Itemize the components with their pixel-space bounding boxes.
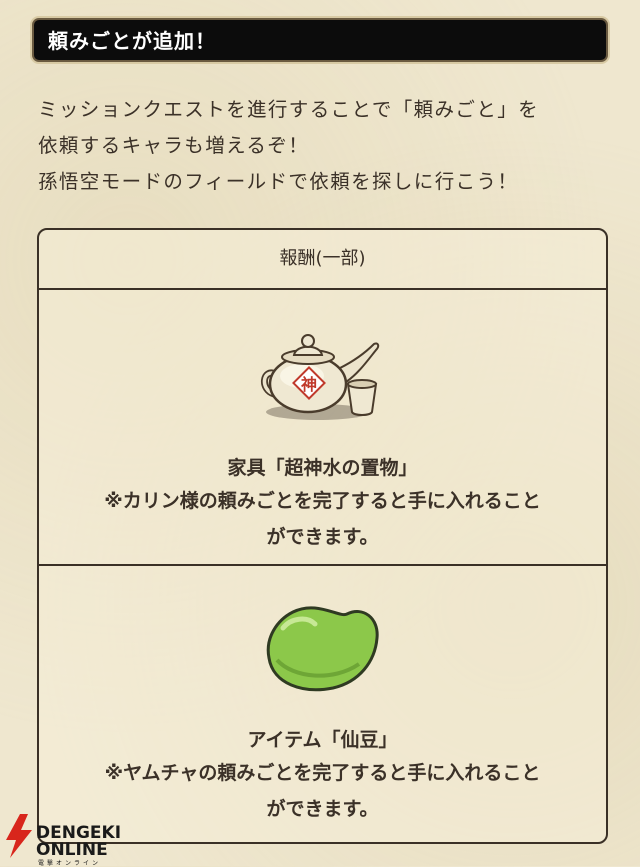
reward-item-desc-line: ※カリン様の頼みごとを完了すると手に入れること bbox=[104, 490, 541, 512]
reward-item-title: 家具「超神水の置物」 bbox=[227, 457, 418, 479]
section-banner: 頼みごとが追加！ bbox=[32, 18, 608, 62]
reward-item-description: ※カリン様の頼みごとを完了すると手に入れること ができます。 bbox=[39, 483, 606, 555]
reward-item-desc-line: ※ヤムチャの頼みごとを完了すると手に入れること bbox=[104, 762, 541, 784]
watermark-line2: ONLINE bbox=[36, 840, 108, 860]
section-title: 頼みごとが追加！ bbox=[48, 29, 216, 53]
reward-item-desc-line: ができます。 bbox=[266, 526, 379, 548]
dengeki-online-watermark: DENGEKI ONLINE 電撃オンライン bbox=[0, 808, 130, 867]
intro-line: ミッションクエストを進行することで「頼みごと」を bbox=[38, 98, 540, 121]
lightning-bolt-icon bbox=[6, 814, 32, 858]
intro-line: 依頼するキャラも増えるぞ！ bbox=[38, 134, 310, 157]
senzu-bean-icon bbox=[266, 606, 379, 692]
reward-table: 報酬(一部) 神 家具「超神水の置物」 ※カリン様の頼みごとを完了すると手に入れ… bbox=[37, 228, 608, 844]
reward-item-teapot: 神 家具「超神水の置物」 ※カリン様の頼みごとを完了すると手に入れること ができ… bbox=[39, 290, 606, 566]
reward-table-header: 報酬(一部) bbox=[39, 230, 606, 290]
teapot-emblem-kanji: 神 bbox=[300, 375, 316, 394]
intro-text: ミッションクエストを進行することで「頼みごと」を 依頼するキャラも増えるぞ！ 孫… bbox=[38, 92, 618, 200]
reward-item-title: アイテム「仙豆」 bbox=[247, 729, 398, 751]
teapot-icon: 神 bbox=[260, 334, 379, 420]
reward-item-senzu: アイテム「仙豆」 ※ヤムチャの頼みごとを完了すると手に入れること ができます。 bbox=[39, 566, 606, 841]
intro-line: 孫悟空モードのフィールドで依頼を探しに行こう！ bbox=[38, 170, 519, 193]
